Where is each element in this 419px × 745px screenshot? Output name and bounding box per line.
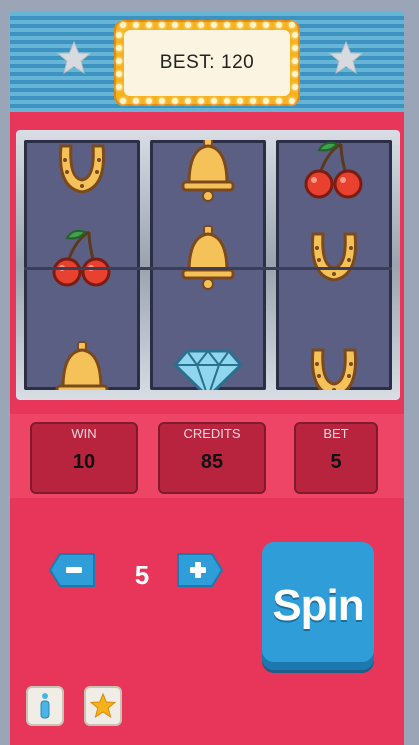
reel-3 bbox=[276, 140, 392, 390]
marquee-light bbox=[172, 98, 178, 104]
marquee-light bbox=[120, 98, 126, 104]
marquee-light bbox=[292, 58, 298, 64]
marquee-light bbox=[263, 22, 269, 28]
credits-value: 85 bbox=[200, 451, 224, 473]
bell-icon bbox=[150, 220, 266, 294]
win-value: 10 bbox=[72, 451, 96, 473]
marquee-light bbox=[292, 71, 298, 77]
marquee-light bbox=[133, 98, 139, 104]
marquee-light bbox=[276, 22, 282, 28]
marquee-light bbox=[146, 98, 152, 104]
increase-bet-button[interactable] bbox=[176, 552, 224, 588]
marquee-light bbox=[133, 22, 139, 28]
horseshoe-icon bbox=[24, 140, 140, 206]
spin-button[interactable]: Spin bbox=[262, 542, 374, 670]
bell-icon bbox=[24, 336, 140, 390]
marquee-light bbox=[159, 98, 165, 104]
reel-window bbox=[16, 130, 400, 400]
minus-icon bbox=[66, 567, 82, 573]
marquee-light bbox=[292, 84, 298, 90]
credits-display: CREDITS 85 bbox=[158, 422, 266, 494]
marquee-light bbox=[116, 45, 122, 51]
bet-label: BET bbox=[323, 426, 349, 441]
top-banner: BEST: 120 bbox=[10, 12, 404, 112]
marquee-light bbox=[185, 98, 191, 104]
best-score-marquee: BEST: 120 bbox=[114, 20, 300, 106]
marquee-light bbox=[276, 98, 282, 104]
marquee-light bbox=[250, 98, 256, 104]
decrease-bet-button[interactable] bbox=[48, 552, 96, 588]
stats-panel: WIN 10 CREDITS 85 BET 5 bbox=[10, 414, 404, 498]
marquee-light bbox=[250, 22, 256, 28]
star-decoration-right-icon bbox=[328, 40, 364, 75]
marquee-light bbox=[292, 45, 298, 51]
best-score-text: BEST: 120 bbox=[160, 52, 255, 74]
marquee-light bbox=[185, 22, 191, 28]
reel-2 bbox=[150, 140, 266, 390]
cherries-icon bbox=[24, 220, 140, 294]
marquee-light bbox=[120, 22, 126, 28]
marquee-light bbox=[116, 58, 122, 64]
marquee-light bbox=[116, 32, 122, 38]
marquee-light bbox=[211, 22, 217, 28]
payline bbox=[24, 267, 392, 270]
marquee-light bbox=[159, 22, 165, 28]
marquee-light bbox=[237, 98, 243, 104]
marquee-light bbox=[289, 22, 295, 28]
win-label: WIN bbox=[71, 426, 97, 441]
favorite-button[interactable] bbox=[84, 686, 122, 726]
best-score-value: 120 bbox=[221, 52, 255, 73]
slot-machine-cabinet: BEST: 120 WIN 10 CREDITS 85 BET 5 5 Spin bbox=[10, 12, 404, 745]
marquee-light bbox=[224, 22, 230, 28]
marquee-light bbox=[116, 84, 122, 90]
credits-label: CREDITS bbox=[183, 426, 241, 441]
bet-display: BET 5 bbox=[294, 422, 378, 494]
marquee-light bbox=[289, 98, 295, 104]
marquee-light bbox=[116, 71, 122, 77]
marquee-light bbox=[146, 22, 152, 28]
star-icon bbox=[90, 693, 116, 719]
marquee-light bbox=[198, 98, 204, 104]
marquee-light bbox=[198, 22, 204, 28]
marquee-light bbox=[224, 98, 230, 104]
info-icon bbox=[40, 693, 50, 719]
marquee-light bbox=[211, 98, 217, 104]
info-button[interactable] bbox=[26, 686, 64, 726]
horseshoe-icon bbox=[276, 336, 392, 390]
bell-icon bbox=[150, 140, 266, 206]
marquee-light bbox=[237, 22, 243, 28]
star-decoration-left-icon bbox=[56, 40, 92, 75]
spin-button-label: Spin bbox=[272, 581, 364, 630]
best-score-panel: BEST: 120 bbox=[124, 30, 290, 96]
bet-stepper-value: 5 bbox=[134, 560, 150, 590]
best-score-label: BEST: bbox=[159, 52, 216, 73]
cherries-icon bbox=[276, 140, 392, 206]
marquee-light bbox=[172, 22, 178, 28]
reel-1 bbox=[24, 140, 140, 390]
bet-value: 5 bbox=[330, 451, 342, 473]
diamond-icon bbox=[150, 336, 266, 390]
win-display: WIN 10 bbox=[30, 422, 138, 494]
marquee-light bbox=[292, 32, 298, 38]
marquee-light bbox=[263, 98, 269, 104]
horseshoe-icon bbox=[276, 220, 392, 294]
